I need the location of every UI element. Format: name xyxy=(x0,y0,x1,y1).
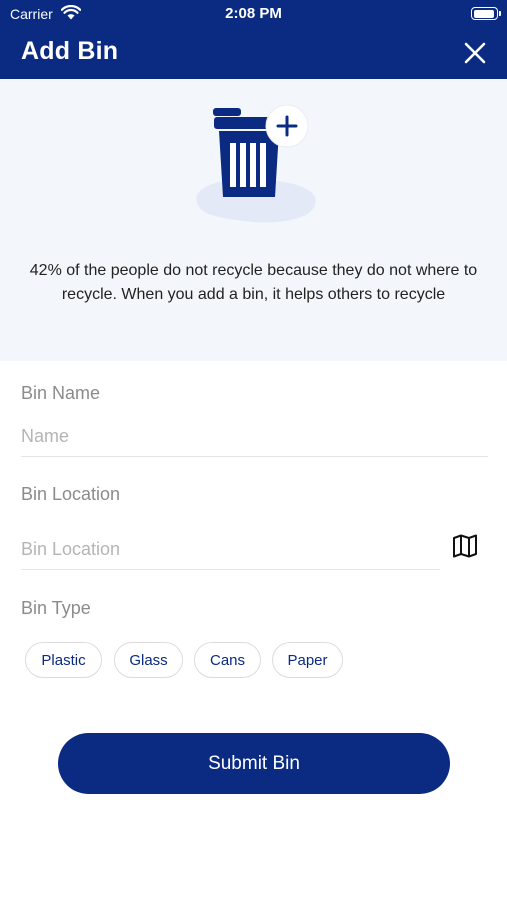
bin-type-label: Bin Type xyxy=(21,598,91,618)
status-time: 2:08 PM xyxy=(225,5,282,22)
hero-section: 42% of the people do not recycle because… xyxy=(0,79,507,361)
status-bar: Carrier 2:08 PM xyxy=(0,0,507,28)
trash-bin-add-icon xyxy=(189,103,324,233)
bin-type-chip-paper[interactable]: Paper xyxy=(272,642,343,678)
submit-bin-button[interactable]: Submit Bin xyxy=(58,733,450,794)
close-icon xyxy=(464,42,486,64)
close-button[interactable] xyxy=(460,38,490,68)
bin-location-input[interactable] xyxy=(21,536,439,562)
bin-location-underline xyxy=(21,569,440,570)
top-bar: Carrier 2:08 PM Add Bin xyxy=(0,0,507,79)
bin-location-label: Bin Location xyxy=(21,484,121,504)
bin-name-underline xyxy=(21,456,488,457)
bin-type-chip-glass[interactable]: Glass xyxy=(114,642,183,678)
page-title: Add Bin xyxy=(21,37,119,65)
bin-name-label: Bin Name xyxy=(21,383,101,403)
bin-name-input[interactable] xyxy=(21,423,487,449)
map-picker-button[interactable] xyxy=(450,531,480,561)
recycle-info-message: 42% of the people do not recycle because… xyxy=(29,262,478,303)
bin-type-chip-cans[interactable]: Cans xyxy=(194,642,261,678)
battery-icon xyxy=(471,7,501,20)
map-icon xyxy=(453,534,477,558)
bin-type-chip-plastic[interactable]: Plastic xyxy=(25,642,102,678)
